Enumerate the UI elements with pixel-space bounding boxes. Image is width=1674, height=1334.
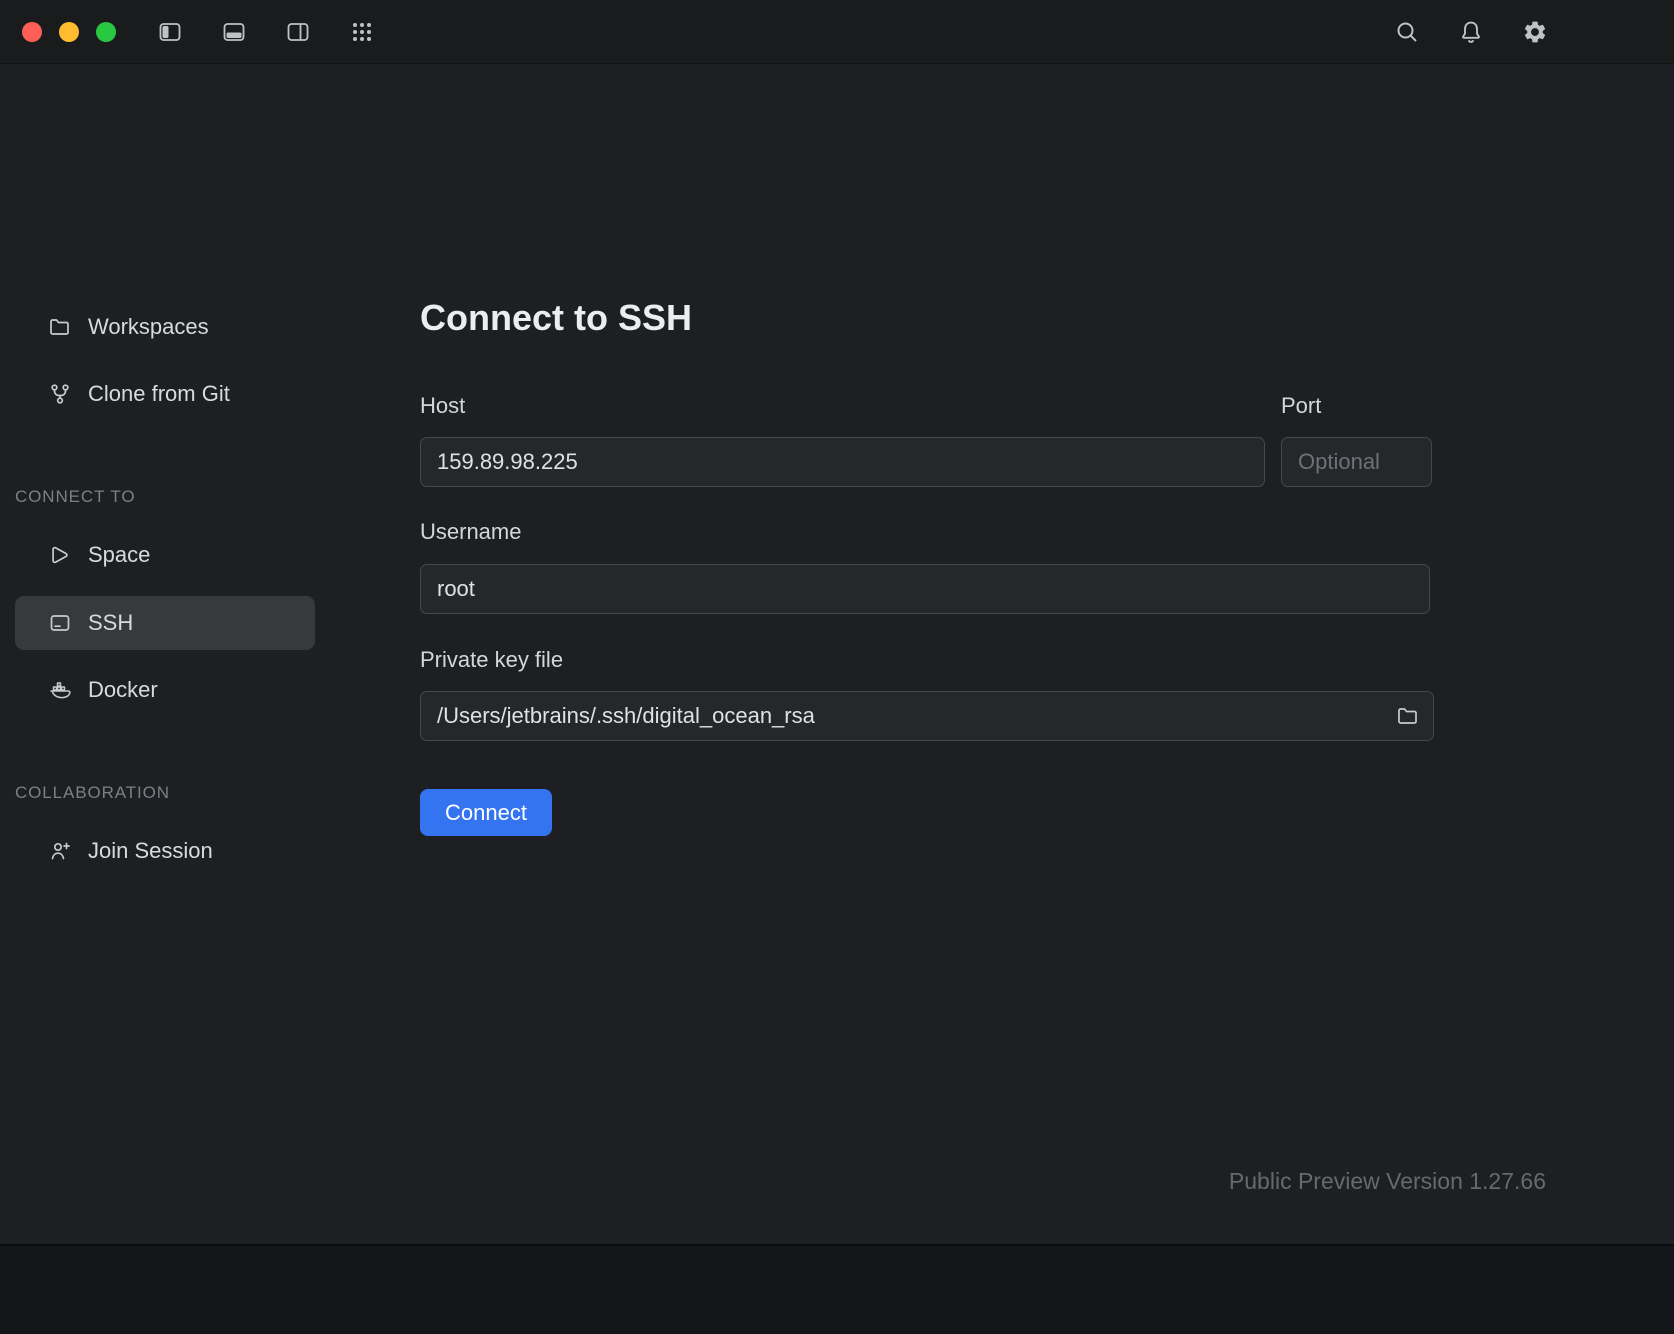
search-icon bbox=[1394, 19, 1420, 45]
username-input[interactable] bbox=[420, 564, 1430, 614]
private-key-field bbox=[420, 691, 1434, 741]
space-logo-icon bbox=[48, 543, 72, 567]
sidebar-section-connect-to: CONNECT TO bbox=[15, 487, 340, 507]
toggle-right-panel-button[interactable] bbox=[285, 19, 311, 45]
zoom-window-button[interactable] bbox=[96, 22, 116, 42]
app-window: Workspaces Clone from Git CONNECT TO Spa… bbox=[0, 0, 1674, 1334]
toggle-left-panel-button[interactable] bbox=[157, 19, 183, 45]
username-label: Username bbox=[420, 520, 1674, 544]
minimize-window-button[interactable] bbox=[59, 22, 79, 42]
sidebar-item-join-session[interactable]: Join Session bbox=[15, 824, 315, 878]
version-text: Public Preview Version 1.27.66 bbox=[1229, 1168, 1546, 1195]
sidebar-item-docker[interactable]: Docker bbox=[15, 663, 315, 717]
port-label: Port bbox=[1281, 394, 1321, 418]
sidebar-section-collaboration: COLLABORATION bbox=[15, 783, 340, 803]
git-branch-icon bbox=[48, 382, 72, 406]
toggle-bottom-panel-button[interactable] bbox=[221, 19, 247, 45]
page-title: Connect to SSH bbox=[420, 296, 1674, 340]
apps-grid-icon bbox=[349, 19, 375, 45]
settings-button[interactable] bbox=[1522, 19, 1548, 45]
sidebar-item-label: Workspaces bbox=[88, 314, 209, 340]
folder-icon bbox=[48, 315, 72, 339]
main-content: Connect to SSH Host Port Username Privat… bbox=[420, 64, 1674, 836]
sidebar-item-space[interactable]: Space bbox=[15, 528, 315, 582]
sidebar-item-label: Docker bbox=[88, 677, 158, 703]
notifications-button[interactable] bbox=[1458, 19, 1484, 45]
gear-icon bbox=[1522, 19, 1548, 45]
host-input[interactable] bbox=[420, 437, 1265, 487]
right-panel-icon bbox=[285, 19, 311, 45]
host-port-labels-row: Host Port bbox=[420, 394, 1674, 418]
browse-key-file-button[interactable] bbox=[1394, 702, 1422, 730]
host-label: Host bbox=[420, 394, 1281, 418]
bottom-panel-icon bbox=[221, 19, 247, 45]
private-key-input[interactable] bbox=[420, 691, 1434, 741]
sidebar-item-label: SSH bbox=[88, 610, 133, 636]
apps-grid-button[interactable] bbox=[349, 19, 375, 45]
sidebar-item-label: Join Session bbox=[88, 838, 213, 864]
panel-toggle-group bbox=[157, 19, 311, 45]
bottom-strip bbox=[0, 1244, 1674, 1334]
port-input[interactable] bbox=[1281, 437, 1432, 487]
sidebar-item-label: Space bbox=[88, 542, 150, 568]
sidebar-item-clone-from-git[interactable]: Clone from Git bbox=[15, 367, 315, 421]
docker-icon bbox=[48, 678, 72, 702]
titlebar-actions bbox=[1394, 19, 1548, 45]
private-key-label: Private key file bbox=[420, 648, 1674, 672]
close-window-button[interactable] bbox=[22, 22, 42, 42]
person-add-icon bbox=[48, 839, 72, 863]
left-panel-icon bbox=[157, 19, 183, 45]
folder-icon bbox=[1396, 704, 1420, 728]
window-controls bbox=[22, 22, 116, 42]
bell-icon bbox=[1458, 19, 1484, 45]
connect-button[interactable]: Connect bbox=[420, 789, 552, 836]
terminal-icon bbox=[48, 611, 72, 635]
host-port-inputs-row bbox=[420, 437, 1674, 487]
sidebar-item-ssh[interactable]: SSH bbox=[15, 596, 315, 650]
sidebar: Workspaces Clone from Git CONNECT TO Spa… bbox=[0, 64, 340, 878]
search-button[interactable] bbox=[1394, 19, 1420, 45]
sidebar-item-label: Clone from Git bbox=[88, 381, 230, 407]
titlebar bbox=[0, 0, 1674, 64]
sidebar-item-workspaces[interactable]: Workspaces bbox=[15, 300, 315, 354]
